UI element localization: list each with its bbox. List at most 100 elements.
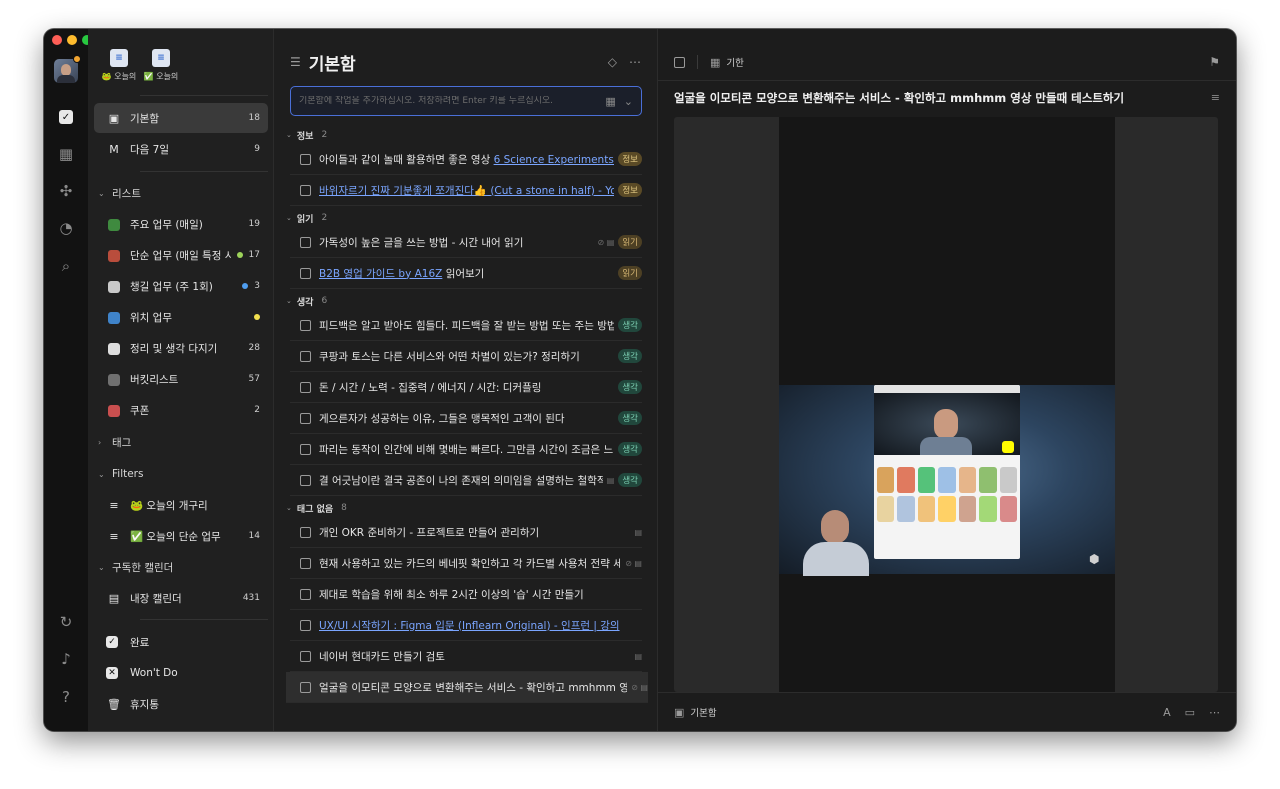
search-nav-icon[interactable]: ⌕ (56, 256, 76, 276)
sidebar-item-list[interactable]: 쿠폰 2 (94, 395, 268, 425)
task-checkbox[interactable] (300, 619, 311, 631)
task-row[interactable]: 개인 OKR 준비하기 - 프로젝트로 만들어 관리하기 ▤ (290, 517, 642, 548)
task-row[interactable]: 파리는 동작이 인간에 비해 몇배는 빠르다. 그만큼 시간이 조금은 느리 생각 (290, 434, 642, 465)
task-link[interactable]: 6 Science Experiments To (494, 154, 615, 166)
task-checkbox[interactable] (300, 681, 311, 693)
matrix-nav-icon[interactable]: ✣ (56, 181, 76, 201)
task-link[interactable]: 바위자르기 진짜 기분좋게 쪼개진다👍 (Cut a stone in half… (319, 185, 614, 197)
sidebar-item-list[interactable]: 위치 업무 (94, 302, 268, 332)
minimize-window-button[interactable] (67, 35, 77, 45)
sidebar-toggle-icon[interactable]: ☰ (290, 55, 301, 69)
task-title[interactable]: 얼굴을 이모티콘 모양으로 변환해주는 서비스 - 확인하고 mmhmm 영상 … (674, 90, 1200, 106)
task-tag[interactable]: 읽기 (618, 235, 642, 249)
task-checkbox[interactable] (300, 412, 311, 424)
task-tag[interactable]: 읽기 (618, 266, 642, 280)
calendar-nav-icon[interactable]: ▦ (56, 144, 76, 164)
add-task-field[interactable]: ▦ ⌄ (290, 86, 642, 116)
task-row[interactable]: 쿠팡과 토스는 다른 서비스와 어떤 차별이 있는가? 정리하기 생각 (290, 341, 642, 372)
sidebar-item-next7days[interactable]: M 다음 7일 9 (94, 134, 268, 164)
task-row[interactable]: 아이들과 같이 놀때 활용하면 좋은 영상 6 Science Experime… (290, 144, 642, 175)
embedded-image[interactable]: ⬢ (674, 117, 1218, 692)
task-tag[interactable]: 생각 (618, 318, 642, 332)
task-row[interactable]: 게으른자가 성공하는 이유, 그들은 맹목적인 고객이 된다 생각 (290, 403, 642, 434)
comment-icon[interactable]: ▭ (1185, 706, 1195, 719)
task-row[interactable]: UX/UI 시작하기 : Figma 입문 (Inflearn Original… (290, 610, 642, 641)
task-checkbox[interactable] (300, 319, 311, 331)
group-header[interactable]: ⌄ 정보 2 (286, 125, 327, 145)
section-lists-toggle[interactable]: ⌄ 리스트 (94, 181, 268, 205)
task-checkbox[interactable] (300, 184, 311, 196)
section-calendars-toggle[interactable]: ⌄ 구독한 캘린더 (94, 555, 268, 579)
task-row[interactable]: 바위자르기 진짜 기분좋게 쪼개진다👍 (Cut a stone in half… (290, 175, 642, 206)
task-row[interactable]: B2B 영업 가이드 by A16Z 읽어보기 읽기 (290, 258, 642, 289)
task-link[interactable]: UX/UI 시작하기 : Figma 입문 (Inflearn Original… (319, 620, 620, 632)
sidebar-item-list[interactable]: 버킷리스트 57 (94, 364, 268, 394)
flag-icon[interactable]: ⚑ (1209, 55, 1220, 69)
sidebar-item-trash[interactable]: 🗑 휴지통 (94, 689, 268, 719)
bell-icon[interactable]: ♪ (56, 649, 76, 669)
task-checkbox[interactable] (300, 557, 311, 569)
group-header[interactable]: ⌄ 생각 6 (286, 291, 327, 311)
task-checkbox[interactable] (300, 443, 311, 455)
task-tag[interactable]: 생각 (618, 411, 642, 425)
sidebar-item-list[interactable]: 단순 업무 (매일 특정 시간) 17 (94, 240, 268, 270)
sidebar-item-label: 챙길 업무 (주 1회) (130, 280, 213, 293)
task-row[interactable]: 가독성이 높은 글을 쓰는 방법 - 시간 내어 읽기 ⊘ ▤ 읽기 (290, 227, 642, 258)
sidebar-item-filter-simple[interactable]: ≡ ✅ 오늘의 단순 업무 14 (94, 521, 268, 551)
detail-checkbox[interactable] (674, 56, 685, 68)
task-row[interactable]: 얼굴을 이모티콘 모양으로 변환해주는 서비스 - 확인하고 mmhmm 영 ⊘ … (286, 672, 648, 703)
text-format-icon[interactable]: A (1163, 706, 1171, 719)
sidebar-item-inbox[interactable]: ▣ 기본함 18 (94, 103, 268, 133)
chevron-down-icon[interactable]: ⌄ (624, 95, 633, 108)
description-menu-icon[interactable]: ≡ (1211, 91, 1220, 104)
task-checkbox[interactable] (300, 381, 311, 393)
date-picker-icon[interactable]: ▦ (605, 95, 615, 108)
task-tag[interactable]: 정보 (618, 183, 642, 197)
sidebar-item-completed[interactable]: ✓ 완료 (94, 627, 268, 657)
sidebar-item-builtin-calendar[interactable]: ▤ 내장 캘린더 431 (94, 583, 268, 613)
section-filters-toggle[interactable]: ⌄ Filters (94, 462, 268, 486)
more-icon[interactable]: ⋯ (629, 55, 641, 69)
tasks-nav-icon[interactable]: ✓ (56, 107, 76, 127)
task-link[interactable]: B2B 영업 가이드 by A16Z (319, 268, 442, 280)
sidebar-item-list[interactable]: 주요 업무 (매일) 19 (94, 209, 268, 239)
sidebar-item-list[interactable]: 챙길 업무 (주 1회) 3 (94, 271, 268, 301)
sidebar-item-list[interactable]: 정리 및 생각 다지기 28 (94, 333, 268, 363)
group-header[interactable]: ⌄ 태그 없음 8 (286, 498, 347, 518)
task-checkbox[interactable] (300, 526, 311, 538)
section-tags-toggle[interactable]: › 태그 (94, 430, 268, 454)
task-checkbox[interactable] (300, 153, 311, 165)
pomodoro-nav-icon[interactable]: ◔ (56, 218, 76, 238)
task-tag[interactable]: 생각 (618, 380, 642, 394)
task-checkbox[interactable] (300, 350, 311, 362)
task-tag[interactable]: 정보 (618, 152, 642, 166)
task-row[interactable]: 결 어긋남이란 결국 공존이 나의 존재의 의미임을 설명하는 철학적 ▤ 생각 (290, 465, 642, 496)
more-icon[interactable]: ⋯ (1209, 706, 1220, 719)
task-row[interactable]: 현재 사용하고 있는 카드의 베네핏 확인하고 각 카드별 사용처 전략 세우 ⊘… (290, 548, 642, 579)
task-checkbox[interactable] (300, 236, 311, 248)
task-checkbox[interactable] (300, 588, 311, 600)
widget-check-today[interactable]: ≡ ✅ 오늘의 (136, 49, 186, 82)
task-list-selector[interactable]: 기본함 (690, 705, 1149, 719)
task-tag[interactable]: 생각 (618, 442, 642, 456)
task-checkbox[interactable] (300, 267, 311, 279)
task-row[interactable]: 돈 / 시간 / 노력 - 집중력 / 에너지 / 시간: 디커플링 생각 (290, 372, 642, 403)
group-header[interactable]: ⌄ 읽기 2 (286, 208, 327, 228)
task-row[interactable]: 네이버 현대카드 만들기 검토 ▤ (290, 641, 642, 672)
due-date-button[interactable]: ▦ 기한 (710, 55, 744, 70)
task-checkbox[interactable] (300, 650, 311, 662)
task-checkbox[interactable] (300, 474, 311, 486)
add-task-input[interactable] (299, 96, 598, 106)
sidebar-item-filter-frog[interactable]: ≡ 🐸 오늘의 개구리 (94, 490, 268, 520)
group-count: 6 (321, 296, 328, 306)
sync-icon[interactable]: ↻ (56, 612, 76, 632)
help-icon[interactable]: ? (56, 687, 76, 707)
task-tag[interactable]: 생각 (618, 473, 642, 487)
task-row[interactable]: 피드백은 알고 받아도 힘들다. 피드백을 잘 받는 방법 또는 주는 방법. 생… (290, 310, 642, 341)
task-row[interactable]: 제대로 학습을 위해 최소 하루 2시간 이상의 '습' 시간 만들기 (290, 579, 642, 610)
sidebar-item-wontdo[interactable]: ✕ Won't Do (94, 658, 268, 688)
task-text: 읽어보기 (442, 267, 485, 280)
tag-icon[interactable]: ◇ (608, 55, 617, 69)
task-tag[interactable]: 생각 (618, 349, 642, 363)
close-window-button[interactable] (52, 35, 62, 45)
